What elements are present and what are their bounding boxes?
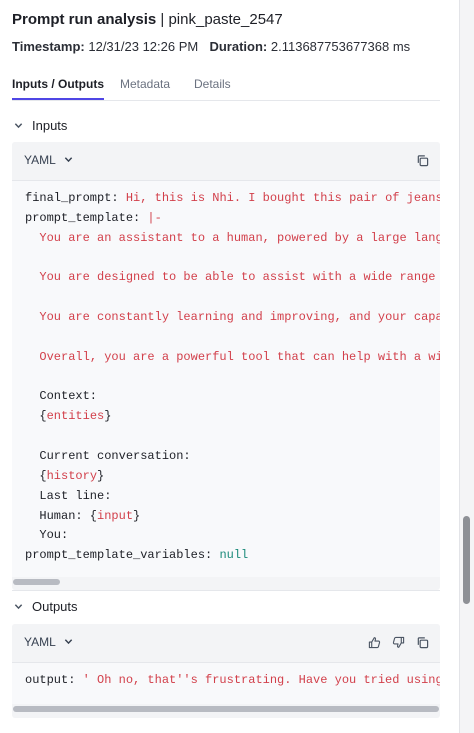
run-name: pink_paste_2547 [168, 11, 283, 28]
key-token [25, 270, 39, 284]
code-line: prompt_template_variables: null [25, 546, 440, 566]
code-line: Overall, you are a powerful tool that ca… [25, 348, 440, 368]
key-token: } [104, 409, 112, 424]
title-separator: | [156, 11, 169, 28]
outputs-section-label: Outputs [32, 599, 78, 614]
code-line: ​ [25, 368, 440, 388]
key-token: } [97, 468, 105, 483]
code-line: ​ [25, 249, 440, 269]
code-line: You are designed to be able to assist wi… [25, 268, 440, 288]
code-line: final_prompt: Hi, this is Nhi. I bought … [25, 189, 440, 209]
key-token: } [133, 508, 141, 523]
outputs-panel-toolbar: YAML [12, 624, 440, 663]
string-token: ' Oh no, that''s frustrating. Have you t… [82, 673, 440, 687]
string-token: history [46, 468, 98, 483]
page-header: Prompt run analysis | pink_paste_2547 Ti… [12, 10, 460, 56]
code-line: You are constantly learning and improvin… [25, 308, 440, 328]
inputs-code: final_prompt: Hi, this is Nhi. I bought … [12, 181, 440, 566]
inputs-format-select[interactable]: YAML [24, 153, 73, 167]
inputs-section-toggle[interactable]: Inputs [14, 116, 67, 136]
outputs-scrollbar-thumb[interactable] [13, 706, 439, 712]
code-line: ​ [25, 427, 440, 447]
meta-row: Timestamp: 12/31/23 12:26 PM Duration: 2… [12, 38, 460, 56]
outputs-section-toggle[interactable]: Outputs [14, 597, 78, 617]
code-line: ​ [25, 288, 440, 308]
code-line: Current conversation: [25, 447, 440, 467]
key-token: final_prompt: [25, 191, 126, 205]
code-line: Last line: [25, 487, 440, 507]
duration-value: 2.113687753677368 ms [270, 39, 411, 54]
chevron-down-icon [64, 637, 73, 648]
key-token: You: [25, 528, 69, 543]
title-row: Prompt run analysis | pink_paste_2547 [12, 10, 460, 30]
chevron-down-icon [14, 599, 26, 619]
chevron-down-icon [14, 118, 26, 138]
string-token: You are constantly learning and improvin… [39, 310, 440, 325]
section-divider [12, 590, 440, 591]
key-token: { [25, 468, 47, 483]
code-line: prompt_template: |- [25, 209, 440, 229]
code-line: Context: [25, 387, 440, 407]
inputs-code-block[interactable]: final_prompt: Hi, this is Nhi. I bought … [12, 181, 440, 577]
timestamp-label: Timestamp: [12, 39, 85, 54]
copy-icon[interactable] [414, 152, 430, 168]
timestamp-value: 12/31/23 12:26 PM [88, 39, 199, 54]
inputs-format-label: YAML [24, 153, 56, 167]
thumbs-up-icon[interactable] [366, 634, 382, 650]
key-token: { [25, 409, 47, 424]
key-token: Human: { [25, 508, 98, 523]
inputs-panel: YAML final_prompt: Hi, this is Nhi. I bo… [12, 142, 440, 590]
tab-details[interactable]: Details [194, 76, 231, 98]
string-token: input [97, 508, 134, 523]
string-token: Overall, you are a powerful tool that ca… [39, 349, 440, 364]
tab-inputs-outputs[interactable]: Inputs / Outputs [12, 76, 104, 100]
string-token: |- [147, 210, 162, 225]
outputs-horizontal-scrollbar[interactable] [12, 704, 440, 714]
chevron-down-icon [64, 155, 73, 166]
key-token [25, 310, 39, 324]
string-token: entities [46, 409, 105, 424]
code-line: You are an assistant to a human, powered… [25, 229, 440, 249]
code-line: {entities} [25, 407, 440, 427]
key-token [25, 231, 39, 245]
key-token: prompt_template_variables: [25, 548, 220, 563]
inputs-scrollbar-thumb[interactable] [13, 579, 60, 585]
page-vertical-scrollbar[interactable] [459, 0, 474, 733]
outputs-code-block[interactable]: output: ' Oh no, that''s frustrating. Ha… [12, 663, 440, 704]
outputs-format-select[interactable]: YAML [24, 635, 73, 649]
outputs-format-label: YAML [24, 635, 56, 649]
key-token: Current conversation: [25, 448, 191, 463]
string-token: You are an assistant to a human, powered… [39, 230, 440, 245]
inputs-section-label: Inputs [32, 118, 68, 133]
key-token: output: [25, 673, 83, 687]
tab-metadata[interactable]: Metadata [120, 76, 170, 98]
string-token: You are designed to be able to assist wi… [39, 270, 436, 285]
outputs-code: output: ' Oh no, that''s frustrating. Ha… [12, 663, 440, 691]
string-token: Hi, this is Nhi. I bought this pair of j… [125, 191, 440, 205]
code-line: Human: {input} [25, 507, 440, 527]
tab-bar: Inputs / Outputs Metadata Details [12, 76, 440, 101]
key-token: Last line: [25, 488, 112, 503]
copy-icon[interactable] [414, 634, 430, 650]
code-line: You: [25, 526, 440, 546]
code-line: {history} [25, 467, 440, 487]
code-line: output: ' Oh no, that''s frustrating. Ha… [25, 671, 440, 691]
outputs-panel: YAML output: ' Oh no, that''s frustratin… [12, 624, 440, 718]
thumbs-down-icon[interactable] [390, 634, 406, 650]
null-token: null [219, 548, 249, 563]
code-line: ​ [25, 328, 440, 348]
inputs-horizontal-scrollbar[interactable] [12, 577, 440, 587]
page-scrollbar-thumb[interactable] [463, 516, 470, 604]
duration-label: Duration: [209, 39, 268, 54]
inputs-panel-toolbar: YAML [12, 142, 440, 181]
page-title: Prompt run analysis [12, 11, 157, 28]
key-token [25, 350, 39, 364]
key-token: prompt_template: [25, 210, 148, 225]
key-token: Context: [25, 389, 98, 404]
